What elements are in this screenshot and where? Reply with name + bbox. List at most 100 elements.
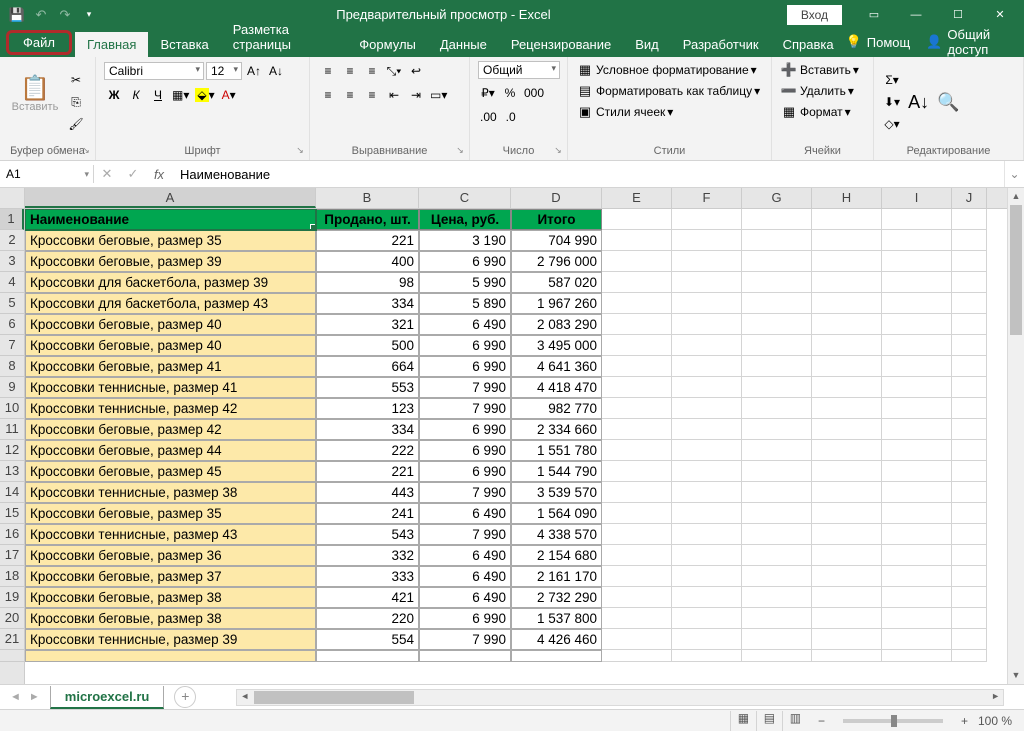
cell[interactable] bbox=[742, 608, 812, 629]
cell[interactable] bbox=[602, 482, 672, 503]
cell[interactable]: 5 990 bbox=[419, 272, 511, 293]
cell[interactable] bbox=[812, 566, 882, 587]
cell[interactable]: 2 154 680 bbox=[511, 545, 602, 566]
tab-help[interactable]: Справка bbox=[771, 32, 846, 57]
tab-developer[interactable]: Разработчик bbox=[671, 32, 771, 57]
cell[interactable] bbox=[602, 461, 672, 482]
cell[interactable]: Цена, руб. bbox=[419, 209, 511, 230]
cell[interactable] bbox=[882, 587, 952, 608]
sheet-nav-prev-icon[interactable]: ◄ bbox=[10, 691, 21, 703]
column-header-B[interactable]: B bbox=[316, 188, 419, 208]
align-middle-icon[interactable]: ≡ bbox=[340, 61, 360, 81]
cell[interactable] bbox=[602, 251, 672, 272]
cell[interactable]: 1 537 800 bbox=[511, 608, 602, 629]
cell[interactable] bbox=[812, 482, 882, 503]
cell[interactable]: 332 bbox=[316, 545, 419, 566]
cell[interactable]: 334 bbox=[316, 293, 419, 314]
increase-decimal-icon[interactable]: .00 bbox=[478, 107, 499, 127]
row-header[interactable]: 1 bbox=[0, 209, 24, 230]
cell[interactable] bbox=[672, 293, 742, 314]
cell[interactable]: 221 bbox=[316, 461, 419, 482]
cell[interactable] bbox=[742, 398, 812, 419]
cell[interactable] bbox=[742, 335, 812, 356]
row-header[interactable]: 15 bbox=[0, 503, 24, 524]
cell[interactable] bbox=[812, 587, 882, 608]
currency-icon[interactable]: ₽▾ bbox=[478, 83, 498, 103]
cell[interactable] bbox=[812, 251, 882, 272]
cell[interactable]: Кроссовки беговые, размер 38 bbox=[25, 608, 316, 629]
cell[interactable] bbox=[742, 461, 812, 482]
tab-file[interactable]: Файл bbox=[6, 30, 72, 55]
align-right-icon[interactable]: ≡ bbox=[362, 85, 382, 105]
cell[interactable] bbox=[952, 335, 987, 356]
cell[interactable] bbox=[672, 545, 742, 566]
column-header-C[interactable]: C bbox=[419, 188, 511, 208]
cell[interactable] bbox=[882, 293, 952, 314]
cell[interactable]: 4 418 470 bbox=[511, 377, 602, 398]
cell[interactable] bbox=[742, 440, 812, 461]
cell[interactable]: 333 bbox=[316, 566, 419, 587]
clear-icon[interactable]: ◇▾ bbox=[882, 114, 902, 134]
cell[interactable]: 500 bbox=[316, 335, 419, 356]
cell[interactable] bbox=[602, 293, 672, 314]
cell[interactable] bbox=[952, 230, 987, 251]
name-box[interactable]: A1 bbox=[0, 165, 94, 183]
cell[interactable] bbox=[602, 566, 672, 587]
cell[interactable] bbox=[952, 419, 987, 440]
cell[interactable] bbox=[742, 503, 812, 524]
cell[interactable] bbox=[672, 608, 742, 629]
cell[interactable] bbox=[882, 461, 952, 482]
font-launcher-icon[interactable]: ↘ bbox=[293, 143, 307, 157]
tab-data[interactable]: Данные bbox=[428, 32, 499, 57]
cell[interactable]: 554 bbox=[316, 629, 419, 650]
cell[interactable] bbox=[672, 503, 742, 524]
cell[interactable] bbox=[882, 566, 952, 587]
cell[interactable] bbox=[602, 440, 672, 461]
cell[interactable] bbox=[882, 545, 952, 566]
zoom-out-icon[interactable]: − bbox=[818, 714, 825, 728]
row-header[interactable]: 3 bbox=[0, 251, 24, 272]
cell[interactable] bbox=[952, 461, 987, 482]
cell[interactable]: 6 490 bbox=[419, 314, 511, 335]
format-painter-icon[interactable]: 🖌 bbox=[66, 114, 86, 134]
cell[interactable]: 2 732 290 bbox=[511, 587, 602, 608]
tab-insert[interactable]: Вставка bbox=[148, 32, 220, 57]
cell[interactable]: 421 bbox=[316, 587, 419, 608]
orientation-icon[interactable]: ⤡▾ bbox=[384, 61, 404, 81]
increase-indent-icon[interactable]: ⇥ bbox=[406, 85, 426, 105]
maximize-icon[interactable]: ☐ bbox=[938, 0, 978, 29]
cell[interactable]: Наименование bbox=[25, 209, 316, 230]
row-header[interactable]: 4 bbox=[0, 272, 24, 293]
cell[interactable] bbox=[882, 314, 952, 335]
row-header[interactable]: 14 bbox=[0, 482, 24, 503]
cell[interactable] bbox=[672, 377, 742, 398]
cell[interactable]: Продано, шт. bbox=[316, 209, 419, 230]
cell[interactable] bbox=[742, 314, 812, 335]
autosum-icon[interactable]: Σ▾ bbox=[882, 70, 902, 90]
cell[interactable] bbox=[672, 440, 742, 461]
font-color-icon[interactable]: A▾ bbox=[219, 85, 239, 105]
row-header[interactable]: 9 bbox=[0, 377, 24, 398]
align-center-icon[interactable]: ≡ bbox=[340, 85, 360, 105]
cell[interactable] bbox=[672, 524, 742, 545]
number-launcher-icon[interactable]: ↘ bbox=[551, 143, 565, 157]
cell[interactable] bbox=[602, 398, 672, 419]
underline-button[interactable]: Ч bbox=[148, 85, 168, 105]
column-header-E[interactable]: E bbox=[602, 188, 672, 208]
row-header[interactable]: 20 bbox=[0, 608, 24, 629]
increase-font-icon[interactable]: A↑ bbox=[244, 61, 264, 81]
cell[interactable]: Кроссовки беговые, размер 44 bbox=[25, 440, 316, 461]
cell[interactable]: Кроссовки беговые, размер 38 bbox=[25, 587, 316, 608]
cell[interactable] bbox=[952, 524, 987, 545]
cell[interactable] bbox=[882, 377, 952, 398]
cell[interactable]: Кроссовки беговые, размер 41 bbox=[25, 356, 316, 377]
cell[interactable]: Кроссовки теннисные, размер 41 bbox=[25, 377, 316, 398]
cell[interactable] bbox=[812, 608, 882, 629]
cell[interactable] bbox=[952, 629, 987, 650]
cell[interactable] bbox=[882, 335, 952, 356]
cell[interactable] bbox=[602, 335, 672, 356]
row-header[interactable]: 16 bbox=[0, 524, 24, 545]
cell[interactable] bbox=[882, 272, 952, 293]
cell[interactable] bbox=[602, 503, 672, 524]
fill-color-icon[interactable]: ⬙▾ bbox=[193, 85, 216, 105]
